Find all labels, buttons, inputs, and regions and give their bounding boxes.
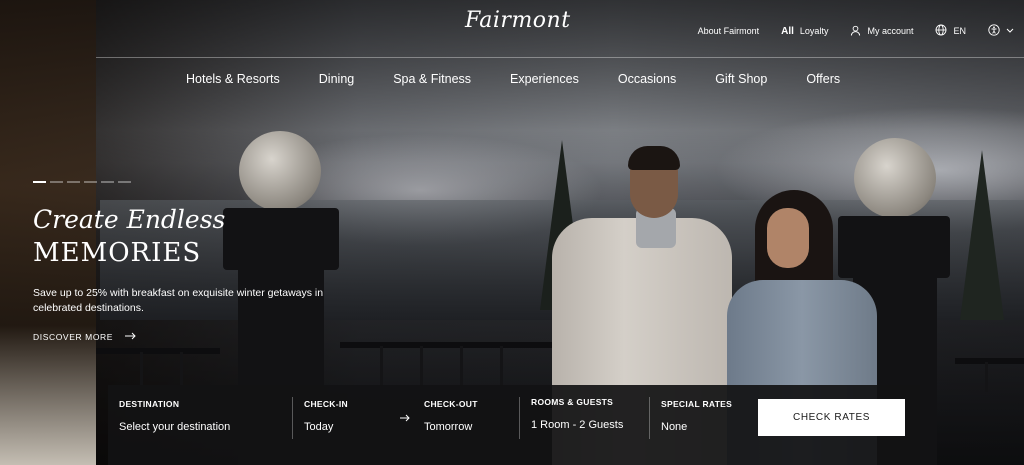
check-out-value: Tomorrow [424, 421, 473, 433]
nav-spa-fitness[interactable]: Spa & Fitness [393, 72, 471, 86]
accessibility-menu[interactable] [988, 24, 1014, 38]
hero-title-script: Create Endless [33, 205, 226, 234]
nav-hotels-resorts[interactable]: Hotels & Resorts [186, 72, 280, 86]
about-link[interactable]: About Fairmont [698, 26, 760, 36]
chevron-down-icon [1006, 26, 1014, 36]
nav-occasions[interactable]: Occasions [618, 72, 676, 86]
baluster [380, 346, 383, 386]
nav-offers[interactable]: Offers [806, 72, 840, 86]
main-nav: Hotels & Resorts Dining Spa & Fitness Ex… [186, 72, 840, 86]
loyalty-link[interactable]: All Loyalty [781, 26, 828, 37]
check-out-label: CHECK-OUT [424, 399, 478, 409]
special-rates-field[interactable]: SPECIAL RATES None [661, 399, 732, 433]
baluster [985, 362, 988, 392]
check-in-label: CHECK-IN [304, 399, 348, 409]
field-divider [292, 397, 293, 439]
nav-dining[interactable]: Dining [319, 72, 354, 86]
check-in-field[interactable]: CHECK-IN Today [304, 399, 348, 433]
field-divider [649, 397, 650, 439]
user-icon [850, 25, 861, 38]
slide-indicator[interactable] [67, 181, 80, 183]
baluster [460, 346, 463, 386]
arrow-right-icon [400, 411, 410, 425]
nav-experiences[interactable]: Experiences [510, 72, 579, 86]
rooms-guests-value: 1 Room - 2 Guests [531, 419, 624, 431]
special-rates-value: None [661, 421, 688, 433]
my-account-label: My account [867, 26, 914, 36]
destination-label: DESTINATION [119, 399, 180, 409]
header-divider [96, 57, 1024, 58]
pine-tree [960, 150, 1004, 320]
baluster [500, 346, 503, 386]
booking-bar: DESTINATION Select your destination CHEC… [108, 385, 920, 465]
field-divider [519, 397, 520, 439]
language-label: EN [953, 26, 966, 36]
slide-indicator[interactable] [33, 181, 46, 183]
lamp-post [223, 208, 339, 270]
lamp-globe [239, 131, 321, 211]
railing [96, 348, 220, 354]
arrow-right-icon [125, 332, 136, 342]
destination-value: Select your destination [119, 421, 231, 433]
slide-indicator[interactable] [118, 181, 131, 183]
railing [955, 358, 1024, 364]
hero-description: Save up to 25% with breakfast on exquisi… [33, 287, 324, 314]
slide-indicator[interactable] [101, 181, 114, 183]
rooms-guests-field[interactable]: ROOMS & GUESTS 1 Room - 2 Guests [531, 397, 623, 431]
slide-indicator[interactable] [84, 181, 97, 183]
destination-field[interactable]: DESTINATION Select your destination [119, 399, 230, 433]
header: Fairmont About Fairmont All Loyalty My a… [0, 0, 1024, 58]
fairmont-logo[interactable]: Fairmont [465, 8, 570, 44]
utility-nav: About Fairmont All Loyalty My account EN [698, 24, 1014, 38]
woman-face [767, 208, 809, 268]
language-selector[interactable]: EN [935, 24, 966, 38]
nav-gift-shop[interactable]: Gift Shop [715, 72, 767, 86]
slide-indicators [33, 181, 131, 183]
railing [340, 342, 555, 348]
check-out-field[interactable]: CHECK-OUT Tomorrow [424, 399, 478, 433]
discover-more-label: DISCOVER MORE [33, 332, 114, 342]
accessibility-icon [988, 24, 1000, 38]
my-account-link[interactable]: My account [850, 25, 913, 38]
loyalty-link-label: Loyalty [799, 26, 829, 36]
discover-more-link[interactable]: DISCOVER MORE [33, 332, 136, 342]
hero-title-caps: MEMORIES [33, 238, 202, 268]
check-in-value: Today [304, 421, 334, 433]
all-loyalty-icon: All [781, 25, 794, 37]
globe-icon [935, 24, 947, 38]
about-link-label: About Fairmont [697, 26, 760, 36]
rooms-guests-label: ROOMS & GUESTS [531, 397, 614, 407]
man-hair [628, 146, 680, 170]
baluster [420, 346, 423, 386]
special-rates-label: SPECIAL RATES [661, 399, 733, 409]
check-rates-button[interactable]: CHECK RATES [758, 399, 905, 436]
slide-indicator[interactable] [50, 181, 63, 183]
